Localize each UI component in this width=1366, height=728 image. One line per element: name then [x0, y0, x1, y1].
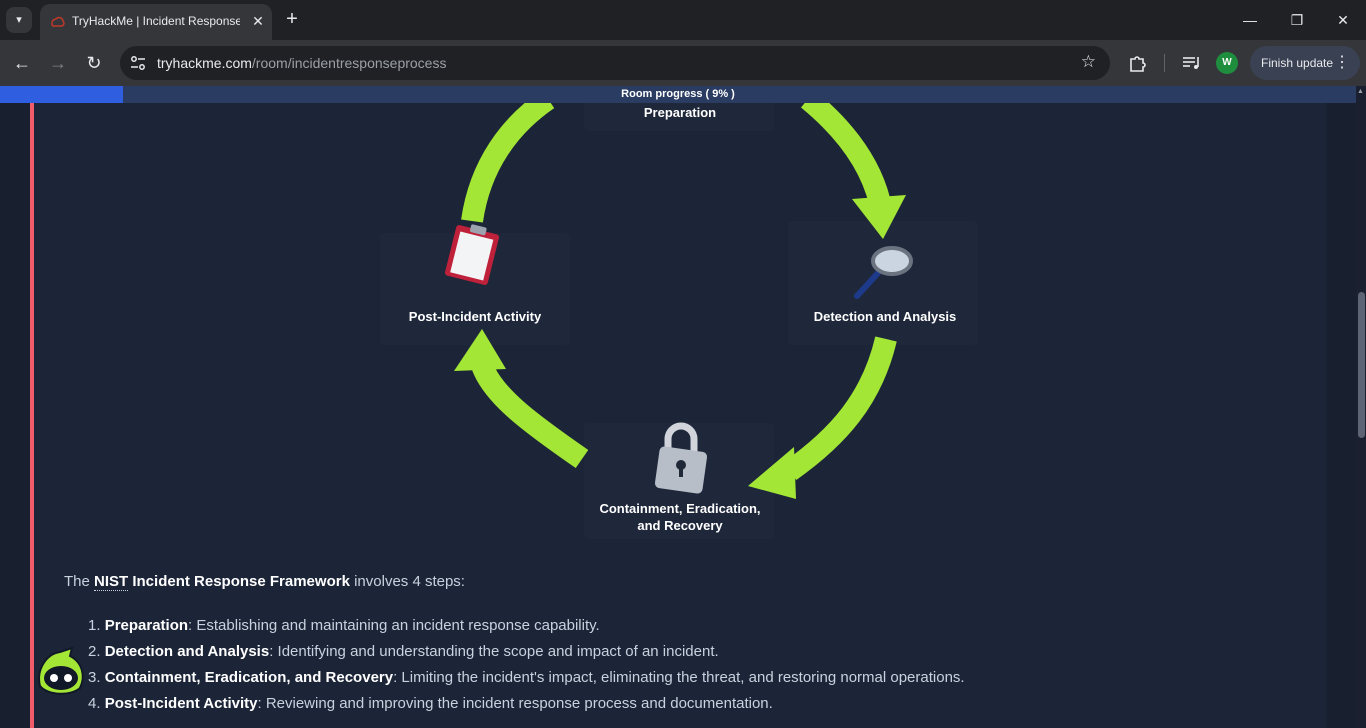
url-host: tryhackme.com: [157, 55, 252, 71]
finish-update-button[interactable]: Finish update ⋮: [1250, 46, 1360, 80]
stage-label-containment-line2: and Recovery: [637, 518, 723, 533]
bookmark-star-icon[interactable]: ☆: [1081, 52, 1096, 72]
assistant-mascot-icon[interactable]: [32, 646, 88, 698]
scrollbar-thumb[interactable]: [1358, 292, 1365, 438]
step-number: 1.: [88, 617, 105, 634]
kebab-menu-icon[interactable]: ⋮: [1334, 46, 1350, 80]
active-tab[interactable]: TryHackMe | Incident Response Process ✕: [40, 4, 272, 40]
step-description: : Identifying and understanding the scop…: [269, 643, 719, 660]
url-text[interactable]: tryhackme.com/room/incidentresponseproce…: [157, 55, 446, 71]
room-progress-bar: Room progress ( 9% ): [0, 86, 1366, 103]
room-progress-label: Room progress ( 9% ): [621, 88, 735, 100]
list-item: 3. Containment, Eradication, and Recover…: [88, 665, 1264, 691]
intro-prefix: The: [64, 573, 95, 590]
step-number: 4.: [88, 695, 105, 712]
media-playlist-icon[interactable]: [1180, 51, 1204, 75]
intro-bold: Incident Response Framework: [128, 573, 350, 590]
close-tab-icon[interactable]: ✕: [248, 11, 268, 31]
back-arrow-icon[interactable]: ←: [8, 49, 36, 77]
step-description: : Establishing and maintaining an incide…: [188, 617, 600, 634]
step-number: 3.: [88, 669, 105, 686]
profile-avatar[interactable]: W: [1216, 52, 1238, 74]
intro-suffix: involves 4 steps:: [349, 573, 465, 590]
extensions-puzzle-icon[interactable]: [1126, 51, 1150, 75]
page-scrollbar[interactable]: ▲: [1356, 86, 1366, 728]
framework-steps-list: 1. Preparation: Establishing and maintai…: [64, 613, 1264, 717]
url-path: /room/incidentresponseprocess: [251, 55, 447, 71]
nist-abbreviation: NIST: [94, 573, 129, 591]
stage-label-post-incident: Post-Incident Activity: [408, 309, 542, 324]
step-number: 2.: [88, 643, 105, 660]
stage-label-containment: Containment, Eradication, and Recovery: [570, 500, 790, 534]
list-item: 2. Detection and Analysis: Identifying a…: [88, 639, 1264, 665]
incident-response-cycle-diagram: [380, 103, 978, 539]
reload-icon[interactable]: ↻: [80, 49, 108, 77]
step-description: : Reviewing and improving the incident r…: [257, 695, 773, 712]
cycle-arrow-detection-to-containment: [783, 336, 897, 480]
address-bar[interactable]: tryhackme.com/room/incidentresponseproce…: [120, 46, 1110, 80]
cycle-arrow-post-to-preparation: [461, 103, 555, 223]
tab-strip: ▾ TryHackMe | Incident Response Process …: [0, 0, 1366, 40]
stage-label-containment-line1: Containment, Eradication,: [599, 501, 761, 516]
minimize-icon[interactable]: —: [1232, 6, 1268, 34]
task-text: The NIST Incident Response Framework inv…: [64, 571, 1264, 717]
list-item: 4. Post-Incident Activity: Reviewing and…: [88, 691, 1264, 717]
finish-update-label: Finish update: [1261, 56, 1334, 70]
scroll-up-arrow-icon[interactable]: ▲: [1357, 88, 1364, 95]
list-item: 1. Preparation: Establishing and maintai…: [88, 613, 1264, 639]
browser-toolbar: ← → ↻ tryhackme.com/room/incidentrespons…: [0, 40, 1366, 86]
framework-intro: The NIST Incident Response Framework inv…: [64, 571, 1264, 593]
cycle-arrow-prep-to-detection: [800, 103, 891, 206]
tab-title: TryHackMe | Incident Response Process: [72, 14, 240, 28]
room-content: Preparation Post-Incident Activity Detec…: [0, 103, 1356, 728]
toolbar-divider: [1164, 54, 1165, 72]
step-description: : Limiting the incident's impact, elimin…: [393, 669, 965, 686]
forward-arrow-icon[interactable]: →: [44, 49, 72, 77]
close-window-icon[interactable]: ✕: [1325, 6, 1361, 34]
stage-label-preparation: Preparation: [643, 105, 717, 120]
site-info-icon[interactable]: [128, 53, 148, 73]
step-title: Preparation: [104, 617, 189, 634]
restore-icon[interactable]: ❐: [1279, 6, 1315, 34]
step-title: Detection and Analysis: [104, 643, 270, 660]
tab-search-button[interactable]: ▾: [6, 7, 32, 33]
step-title: Containment, Eradication, and Recovery: [104, 669, 394, 686]
cycle-arrow-containment-to-post: [471, 360, 589, 469]
new-tab-button[interactable]: +: [281, 8, 303, 30]
step-title: Post-Incident Activity: [104, 695, 258, 712]
tryhackme-favicon-icon: [51, 16, 65, 27]
stage-label-detection: Detection and Analysis: [813, 309, 957, 324]
